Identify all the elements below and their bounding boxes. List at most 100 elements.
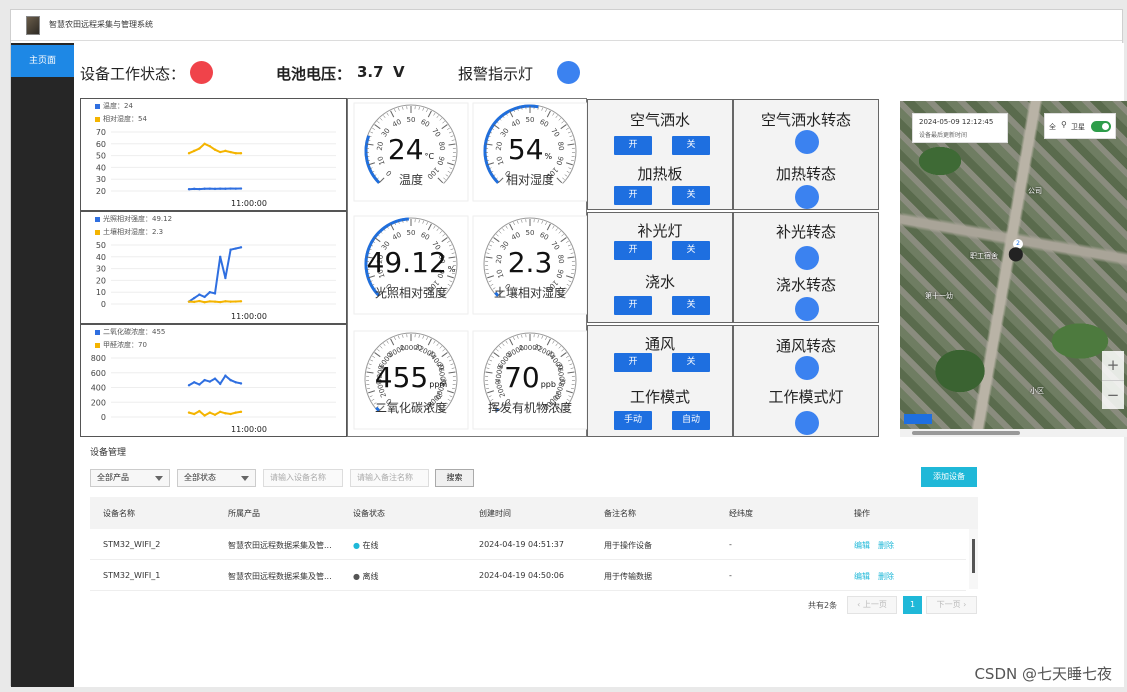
column-header: 经纬度 <box>729 509 753 518</box>
edit-link[interactable]: 编辑 <box>854 540 870 551</box>
next-page-button[interactable]: 下一页 › <box>926 596 977 614</box>
map-marker-icon[interactable]: ⬤ <box>1008 246 1024 262</box>
column-header: 设备名称 <box>103 509 135 518</box>
gauge-label: 温度 <box>398 173 423 187</box>
column-header: 操作 <box>854 509 870 518</box>
data-point <box>229 248 232 251</box>
app-window: 智慧农田远程采集与管理系统 主页面 设备工作状态： 电池电压： 3.7 V 报警… <box>10 9 1127 687</box>
chart-panel-temp-humidity: 温度：24 相对湿度：54 70 60 50 40 30 20 11:00:00 <box>80 98 347 211</box>
device-status: ● 在线 <box>353 541 379 550</box>
manual-mode-button[interactable]: 手动 <box>614 411 652 430</box>
map-place-label: 小区 <box>1030 387 1044 395</box>
remark-name-input[interactable]: 请输入备注名称 <box>350 469 429 487</box>
fill-light-off-button[interactable]: 关 <box>672 241 710 260</box>
delete-link[interactable]: 删除 <box>878 571 894 582</box>
spray-on-button[interactable]: 开 <box>614 136 652 155</box>
edit-link[interactable]: 编辑 <box>854 571 870 582</box>
zoom-in-button[interactable]: + <box>1102 351 1124 380</box>
data-point <box>187 188 191 191</box>
data-point <box>239 410 243 414</box>
y-tick-label: 70 <box>96 128 106 137</box>
data-point <box>208 144 211 148</box>
mode-light <box>795 411 819 435</box>
vent-off-button[interactable]: 关 <box>672 353 710 372</box>
alarm-label: 报警指示灯 <box>458 65 534 83</box>
device-coords: - <box>729 571 732 580</box>
zoom-out-button[interactable]: − <box>1102 380 1124 409</box>
table-vscrollbar[interactable] <box>969 529 978 589</box>
data-point <box>219 382 222 386</box>
add-device-button[interactable]: 添加设备 <box>921 467 977 487</box>
water-off-button[interactable]: 关 <box>672 296 710 315</box>
delete-link[interactable]: 删除 <box>878 540 894 551</box>
heater-off-button[interactable]: 关 <box>672 186 710 205</box>
voc-gauge: 0 2000 4000 6000 8000 10000 12000 14000 16000 180… <box>471 329 589 433</box>
table-header: 设备名称 所属产品 设备状态 创建时间 备注名称 经纬度 操作 <box>90 497 978 529</box>
product-filter-select[interactable]: 全部产品 <box>90 469 170 487</box>
x-tick-label: 11:00:00 <box>231 199 267 208</box>
heat-state-light <box>795 185 819 209</box>
y-tick-label: 400 <box>91 384 106 393</box>
gauge-label: 挥发有机物浓度 <box>487 401 572 415</box>
prev-page-button[interactable]: ‹ 上一页 <box>847 596 897 614</box>
co2-gauge: 0 2000 4000 6000 8000 10000 12000 14000 16000 180… <box>352 329 470 433</box>
work-status-indicator <box>190 61 213 84</box>
mode-title: 工作模式 <box>629 388 690 406</box>
chart-panel-light-soil: 光照相对强度：49.12 土壤相对湿度：2.3 50 40 30 20 10 0 11:00… <box>80 211 347 324</box>
gauge-label: 相对湿度 <box>505 173 554 187</box>
satellite-map[interactable]: 2024-05-09 12:12:45 设备最后更新时间 全 ⚲ 卫星 2 ⬤ … <box>900 101 1127 429</box>
device-product: 智慧农田远程数据采集及管... <box>228 572 332 581</box>
y-tick-label: 800 <box>91 354 106 363</box>
location-icon[interactable]: ⚲ <box>1061 120 1067 129</box>
data-point <box>208 380 211 383</box>
data-point <box>213 148 217 151</box>
data-point <box>234 411 237 414</box>
status-dot-icon: ● <box>353 572 360 581</box>
data-point <box>224 374 227 377</box>
data-point <box>208 300 211 303</box>
data-point <box>208 291 211 294</box>
chevron-right-icon: › <box>960 600 967 609</box>
y-tick-label: 50 <box>96 241 106 250</box>
spray-state-light <box>795 130 819 154</box>
status-filter-select[interactable]: 全部状态 <box>177 469 256 487</box>
legend-item: 土壤相对湿度：2.3 <box>95 227 163 237</box>
data-point <box>229 378 232 382</box>
top-bar: 智慧农田远程采集与管理系统 <box>11 10 1122 41</box>
satellite-toggle[interactable] <box>1091 121 1111 132</box>
humidity-gauge: 0 10 20 30 40 50 60 70 80 90 100 54% 相对湿度 <box>471 101 589 205</box>
page-1-button[interactable]: 1 <box>903 596 922 614</box>
gauge-value: 2.3 <box>507 246 553 279</box>
data-point <box>203 414 206 417</box>
gauge-label: 二氧化碳浓度 <box>374 401 447 415</box>
data-point <box>187 152 191 155</box>
gauge-value: 455ppm <box>374 361 448 394</box>
sidebar: 主页面 <box>11 43 74 687</box>
map-hscrollbar[interactable] <box>900 429 1127 437</box>
fill-light-on-button[interactable]: 开 <box>614 241 652 260</box>
device-name-input[interactable]: 请输入设备名称 <box>263 469 343 487</box>
spray-off-button[interactable]: 关 <box>672 136 710 155</box>
column-header: 所属产品 <box>228 509 260 518</box>
zoom-control: + − <box>1102 351 1124 409</box>
device-name: STM32_WIFI_1 <box>103 571 161 580</box>
data-point <box>208 187 211 190</box>
water-on-button[interactable]: 开 <box>614 296 652 315</box>
vent-on-button[interactable]: 开 <box>614 353 652 372</box>
device-created: 2024-04-19 04:51:37 <box>479 540 564 549</box>
gauge-value: 54% <box>507 133 553 166</box>
heater-on-button[interactable]: 开 <box>614 186 652 205</box>
fullscreen-button[interactable]: 全 <box>1049 122 1056 132</box>
data-point <box>193 187 196 191</box>
control-card-spray-heat: 空气洒水 开 关 加热板 开 关 <box>587 99 733 210</box>
sidebar-item-home[interactable]: 主页面 <box>11 45 74 77</box>
data-point <box>198 187 201 191</box>
gauge-unit: ppb <box>540 380 556 389</box>
auto-mode-button[interactable]: 自动 <box>672 411 710 430</box>
data-point <box>213 292 217 295</box>
data-point <box>234 152 237 155</box>
satellite-label: 卫星 <box>1071 123 1085 131</box>
gauge-tick-label: 50 <box>526 116 535 124</box>
chart-panel-co2-formaldehyde: 二氧化碳浓度：455 甲醛浓度：70 800 600 400 200 0 11:00:00 <box>80 324 347 437</box>
search-button[interactable]: 搜索 <box>435 469 474 487</box>
